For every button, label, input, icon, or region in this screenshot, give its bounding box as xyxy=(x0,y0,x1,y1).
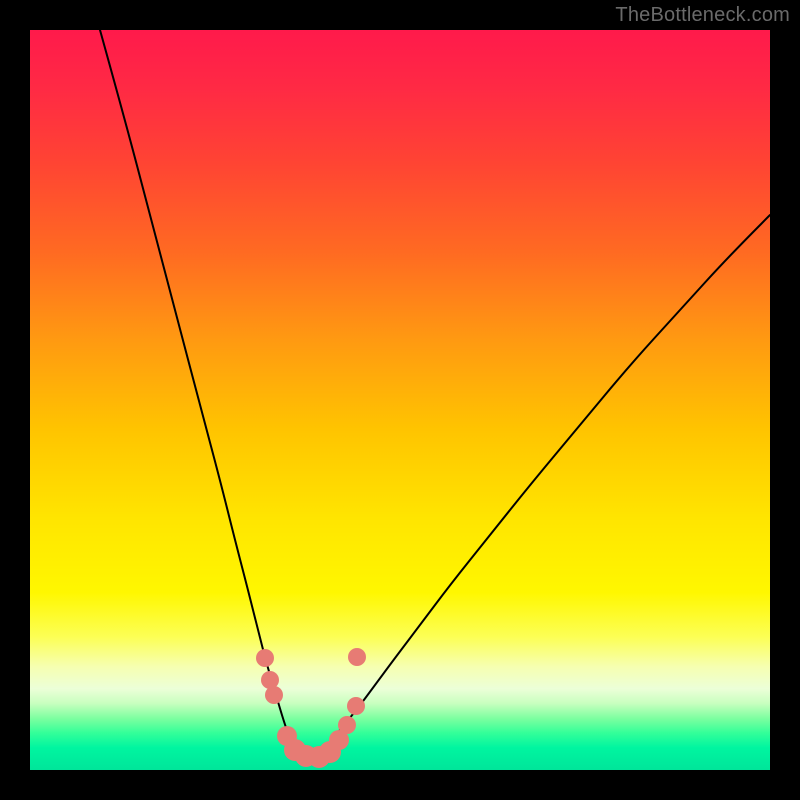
curve-group xyxy=(100,30,770,756)
valley-marker xyxy=(265,686,283,704)
plot-area xyxy=(30,30,770,770)
valley-marker xyxy=(348,648,366,666)
curve-left-curve xyxy=(100,30,290,742)
watermark-text: TheBottleneck.com xyxy=(615,4,790,27)
valley-marker xyxy=(347,697,365,715)
valley-marker xyxy=(338,716,356,734)
valley-marker xyxy=(256,649,274,667)
curve-right-curve xyxy=(324,215,770,750)
marker-group xyxy=(256,648,366,768)
curves-svg xyxy=(30,30,770,770)
